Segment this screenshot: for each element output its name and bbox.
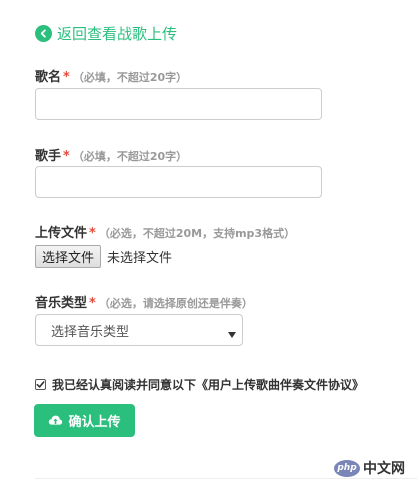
song-name-label-text: 歌名 — [35, 70, 62, 85]
upload-file-label: 上传文件 * （必选，不超过20M，支持mp3格式） — [35, 222, 295, 241]
agreement-row: 我已经认真阅读并同意以下《用户上传歌曲伴奏文件协议》 — [35, 376, 364, 393]
watermark: php 中文网 — [334, 458, 405, 478]
cloud-upload-icon — [49, 415, 63, 425]
watermark-text: 中文网 — [363, 461, 405, 477]
singer-input[interactable] — [35, 166, 322, 198]
chevron-left-icon — [35, 25, 52, 42]
song-name-hint: （必填，不超过20字） — [72, 71, 188, 84]
caret-down-icon — [228, 327, 236, 342]
song-name-label: 歌名 * （必填，不超过20字） — [35, 66, 187, 85]
required-mark: * — [89, 226, 96, 241]
required-mark: * — [63, 70, 70, 85]
music-type-label: 音乐类型 * （必选，请选择原创还是伴奏） — [35, 292, 253, 311]
upload-file-label-text: 上传文件 — [35, 226, 88, 241]
singer-label-text: 歌手 — [35, 149, 62, 164]
music-type-select[interactable]: 选择音乐类型 — [35, 314, 243, 346]
agreement-checkbox[interactable] — [35, 379, 46, 390]
singer-hint: （必填，不超过20字） — [72, 150, 188, 163]
required-mark: * — [63, 149, 70, 164]
upload-file-hint: （必选，不超过20M，支持mp3格式） — [98, 227, 296, 240]
singer-label: 歌手 * （必填，不超过20字） — [35, 145, 187, 164]
confirm-upload-button[interactable]: 确认上传 — [34, 404, 135, 437]
music-type-selected: 选择音乐类型 — [51, 324, 130, 340]
checkmark-icon — [36, 381, 45, 388]
music-type-label-text: 音乐类型 — [35, 296, 88, 311]
confirm-upload-label: 确认上传 — [68, 415, 121, 430]
back-link[interactable]: 返回查看战歌上传 — [35, 23, 177, 44]
choose-file-button[interactable]: 选择文件 — [35, 245, 102, 268]
file-picker: 选择文件 未选择文件 — [35, 245, 172, 268]
song-name-input[interactable] — [35, 88, 322, 120]
music-type-hint: （必选，请选择原创还是伴奏） — [98, 297, 253, 310]
back-link-label: 返回查看战歌上传 — [57, 25, 178, 43]
php-logo: php — [334, 459, 360, 477]
divider — [35, 478, 417, 479]
required-mark: * — [89, 296, 96, 311]
file-status: 未选择文件 — [107, 251, 173, 266]
agreement-text: 我已经认真阅读并同意以下《用户上传歌曲伴奏文件协议》 — [52, 378, 365, 392]
